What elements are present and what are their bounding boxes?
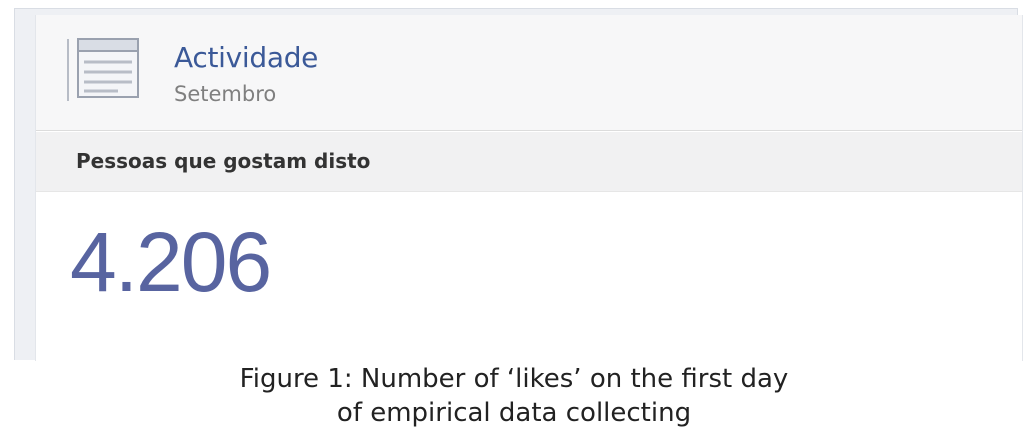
caption-line-2: of empirical data collecting (336, 398, 692, 428)
page-subtitle: Setembro (174, 82, 277, 106)
activity-panel: Actividade Setembro Pessoas que gostam d… (35, 15, 1023, 361)
page-title[interactable]: Actividade (174, 41, 318, 74)
panel-header: Actividade Setembro (36, 15, 1022, 131)
caption-line-1: Figure 1: Number of ‘likes’ on the first… (239, 364, 789, 394)
likes-count: 4.206 (70, 215, 272, 309)
screenshot-frame: Actividade Setembro Pessoas que gostam d… (14, 8, 1023, 361)
activity-log-icon (67, 38, 139, 101)
section-label: Pessoas que gostam disto (76, 149, 371, 173)
figure-caption: Figure 1: Number of ‘likes’ on the first… (0, 362, 1028, 430)
